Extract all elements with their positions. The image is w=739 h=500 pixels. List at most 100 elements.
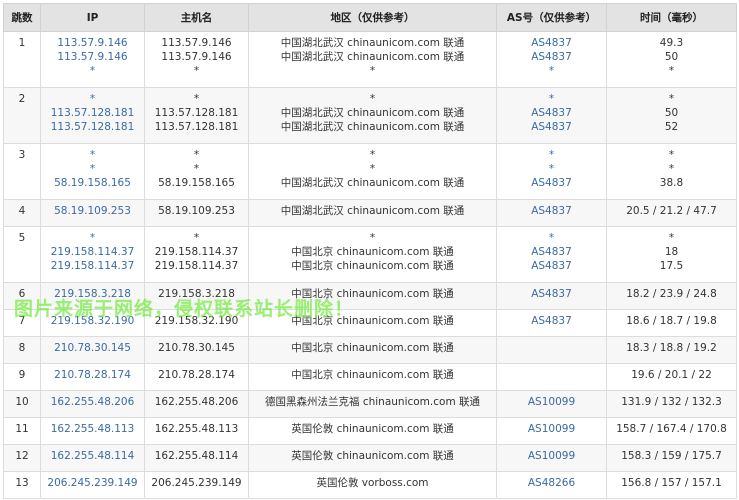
ip-address-cell: 206.245.239.149 <box>40 471 145 499</box>
hop-number: 12 <box>3 444 41 472</box>
ip-address-value[interactable]: 162.255.48.114 <box>43 449 142 463</box>
ip-address-value[interactable]: 113.57.9.146 <box>43 36 142 50</box>
latency-value: 17.5 <box>659 260 684 272</box>
ip-address-cell: 210.78.30.145 <box>40 336 145 364</box>
as-number-value[interactable]: AS48266 <box>499 476 604 490</box>
region-cell: 英国伦敦 vorboss.com <box>248 471 497 499</box>
header-ip: IP <box>40 3 145 32</box>
region-value: 中国北京 chinaunicom.com 联通 <box>291 246 454 258</box>
ip-address-value[interactable]: 113.57.128.181 <box>43 120 142 134</box>
region-value: * <box>369 163 376 175</box>
as-number-value[interactable]: AS10099 <box>499 422 604 436</box>
table-row: 9 210.78.28.174 210.78.28.174 中国北京 chinauni… <box>3 363 737 391</box>
watermark-text: 图片来源于网络，侵权联系站长删除！ <box>14 298 355 320</box>
as-number-value[interactable]: AS4837 <box>499 106 604 120</box>
hostname-value: 113.57.128.181 <box>154 121 239 133</box>
ip-address-value[interactable]: 162.255.48.206 <box>43 395 142 409</box>
hostname-value: 113.57.9.146 <box>161 37 232 49</box>
hop-number: 9 <box>3 363 41 391</box>
as-number-value: * <box>548 149 555 161</box>
as-number-value[interactable]: AS10099 <box>499 395 604 409</box>
ip-address-value[interactable]: 210.78.30.145 <box>43 341 142 355</box>
latency-value: 50 <box>664 107 679 119</box>
hostname-value: * <box>193 149 200 161</box>
hostname-value: 58.19.109.253 <box>158 205 235 217</box>
as-number-value[interactable]: AS4837 <box>499 120 604 134</box>
hostname-value: * <box>193 93 200 105</box>
table-body: 1 113.57.9.146 113.57.9.146 * 113.57.9.146 11… <box>3 31 737 499</box>
as-number-value[interactable]: AS4837 <box>499 36 604 50</box>
region-cell: 中国北京 chinaunicom.com 联通 <box>248 336 497 364</box>
as-number-value: * <box>548 65 555 77</box>
as-number-cell: AS4837 <box>496 282 607 310</box>
ip-address-cell: 58.19.109.253 <box>40 199 145 227</box>
latency-cell: 19.6 / 20.1 / 22 <box>606 363 737 391</box>
hop-number: 10 <box>3 390 41 418</box>
table-row: 3 * * 58.19.158.165 * * 58.19.158.165 * * 中国湖北武汉 … <box>3 143 737 200</box>
hop-number: 8 <box>3 336 41 364</box>
table-header: 跳数 IP 主机名 地区（仅供参考） AS号（仅供参考） 时间（毫秒） <box>3 3 737 32</box>
as-number-cell: AS4837 <box>496 199 607 227</box>
ip-address-value[interactable]: 210.78.28.174 <box>43 368 142 382</box>
hostname-value: 113.57.9.146 <box>161 51 232 63</box>
ip-address-value[interactable]: 58.19.158.165 <box>43 176 142 190</box>
latency-cell: 158.7 / 167.4 / 170.8 <box>606 417 737 445</box>
region-value: 中国湖北武汉 chinaunicom.com 联通 <box>280 177 465 189</box>
ip-address-value[interactable]: 58.19.109.253 <box>43 204 142 218</box>
hostname-cell: 162.255.48.206 <box>144 390 249 418</box>
hop-number: 13 <box>3 471 41 499</box>
traceroute-table: 跳数 IP 主机名 地区（仅供参考） AS号（仅供参考） 时间（毫秒） 1 113… <box>3 3 737 499</box>
as-number-value[interactable]: AS4837 <box>499 176 604 190</box>
hostname-cell: * * 58.19.158.165 <box>144 143 249 200</box>
latency-value: 18.2 / 23.9 / 24.8 <box>626 288 717 300</box>
region-value: 英国伦敦 vorboss.com <box>316 477 429 489</box>
as-number-cell: AS10099 <box>496 417 607 445</box>
latency-value: 158.7 / 167.4 / 170.8 <box>616 423 727 435</box>
ip-address-value[interactable]: 219.158.114.37 <box>43 259 142 273</box>
region-cell: 英国伦敦 chinaunicom.com 联通 <box>248 444 497 472</box>
ip-address-value[interactable]: 162.255.48.113 <box>43 422 142 436</box>
as-number-value[interactable]: AS4837 <box>499 50 604 64</box>
hostname-value: * <box>193 65 200 77</box>
hop-number: 11 <box>3 417 41 445</box>
table-row: 8 210.78.30.145 210.78.30.145 中国北京 chinauni… <box>3 336 737 364</box>
as-number-value[interactable]: AS4837 <box>499 204 604 218</box>
as-number-value[interactable]: AS4837 <box>499 287 604 301</box>
latency-value: * <box>668 232 675 244</box>
as-number-value[interactable]: AS10099 <box>499 449 604 463</box>
region-value: 中国北京 chinaunicom.com 联通 <box>291 369 454 381</box>
as-number-value[interactable]: AS4837 <box>499 259 604 273</box>
latency-value: * <box>668 93 675 105</box>
hop-number: 1 <box>3 31 41 88</box>
hostname-value: 219.158.114.37 <box>154 260 239 272</box>
latency-value: 49.3 <box>659 37 684 49</box>
ip-address-cell: 113.57.9.146 113.57.9.146 * <box>40 31 145 88</box>
as-number-value: * <box>548 232 555 244</box>
table-row: 12 162.255.48.114 162.255.48.114 英国伦敦 china… <box>3 444 737 472</box>
ip-address-cell: 162.255.48.206 <box>40 390 145 418</box>
as-number-value[interactable]: AS4837 <box>499 245 604 259</box>
ip-address-value[interactable]: 219.158.114.37 <box>43 245 142 259</box>
as-number-cell: AS4837 <box>496 309 607 337</box>
table-row: 11 162.255.48.113 162.255.48.113 英国伦敦 china… <box>3 417 737 445</box>
ip-address-value[interactable]: 206.245.239.149 <box>43 476 142 490</box>
table-row: 10 162.255.48.206 162.255.48.206 德国黑森州法兰克福 … <box>3 390 737 418</box>
ip-address-value: * <box>89 93 96 105</box>
hostname-value: 206.245.239.149 <box>151 477 242 489</box>
latency-value: 50 <box>664 51 679 63</box>
region-value: 中国北京 chinaunicom.com 联通 <box>291 260 454 272</box>
region-value: 中国湖北武汉 chinaunicom.com 联通 <box>280 121 465 133</box>
region-cell: 中国北京 chinaunicom.com 联通 <box>248 363 497 391</box>
hostname-value: * <box>193 163 200 175</box>
ip-address-value[interactable]: 113.57.9.146 <box>43 50 142 64</box>
region-value: 中国湖北武汉 chinaunicom.com 联通 <box>280 107 465 119</box>
latency-cell: 49.3 50 * <box>606 31 737 88</box>
ip-address-value[interactable]: 113.57.128.181 <box>43 106 142 120</box>
ip-address-cell: * 113.57.128.181 113.57.128.181 <box>40 87 145 144</box>
latency-cell: 20.5 / 21.2 / 47.7 <box>606 199 737 227</box>
as-number-cell: AS48266 <box>496 471 607 499</box>
as-number-value[interactable]: AS4837 <box>499 314 604 328</box>
table-row: 4 58.19.109.253 58.19.109.253 中国湖北武汉 chinau… <box>3 199 737 227</box>
hostname-value: 210.78.30.145 <box>158 342 235 354</box>
as-number-cell <box>496 363 607 391</box>
